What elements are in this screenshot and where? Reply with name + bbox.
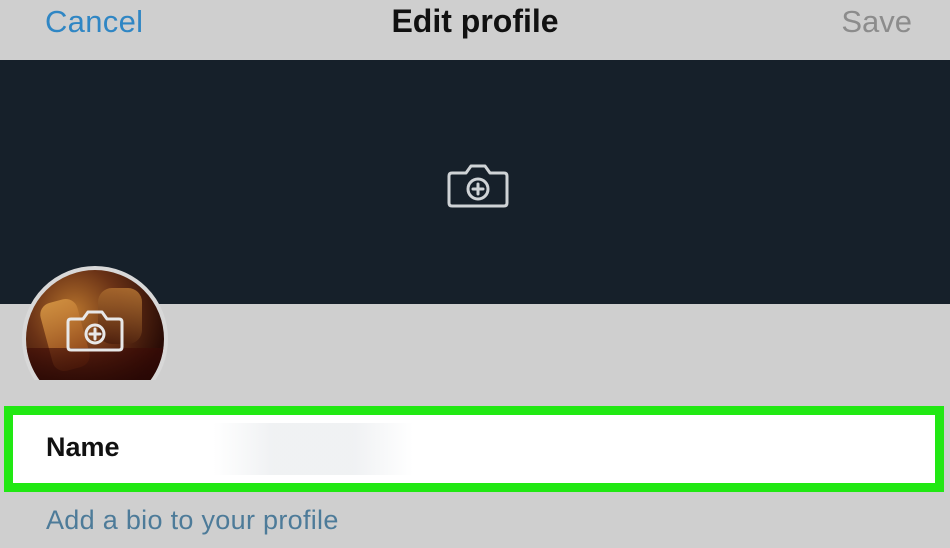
camera-plus-icon[interactable] (446, 163, 510, 209)
name-input[interactable] (213, 423, 413, 475)
page-title: Edit profile (391, 3, 559, 39)
navigation-bar: Cancel Edit profile Save (0, 0, 950, 60)
name-field[interactable]: Name (4, 406, 944, 492)
save-button[interactable]: Save (841, 4, 912, 40)
name-label: Name (46, 432, 120, 462)
avatar[interactable] (22, 266, 168, 380)
camera-plus-icon[interactable] (65, 309, 125, 353)
bio-field[interactable]: Add a bio to your profile (46, 505, 339, 536)
